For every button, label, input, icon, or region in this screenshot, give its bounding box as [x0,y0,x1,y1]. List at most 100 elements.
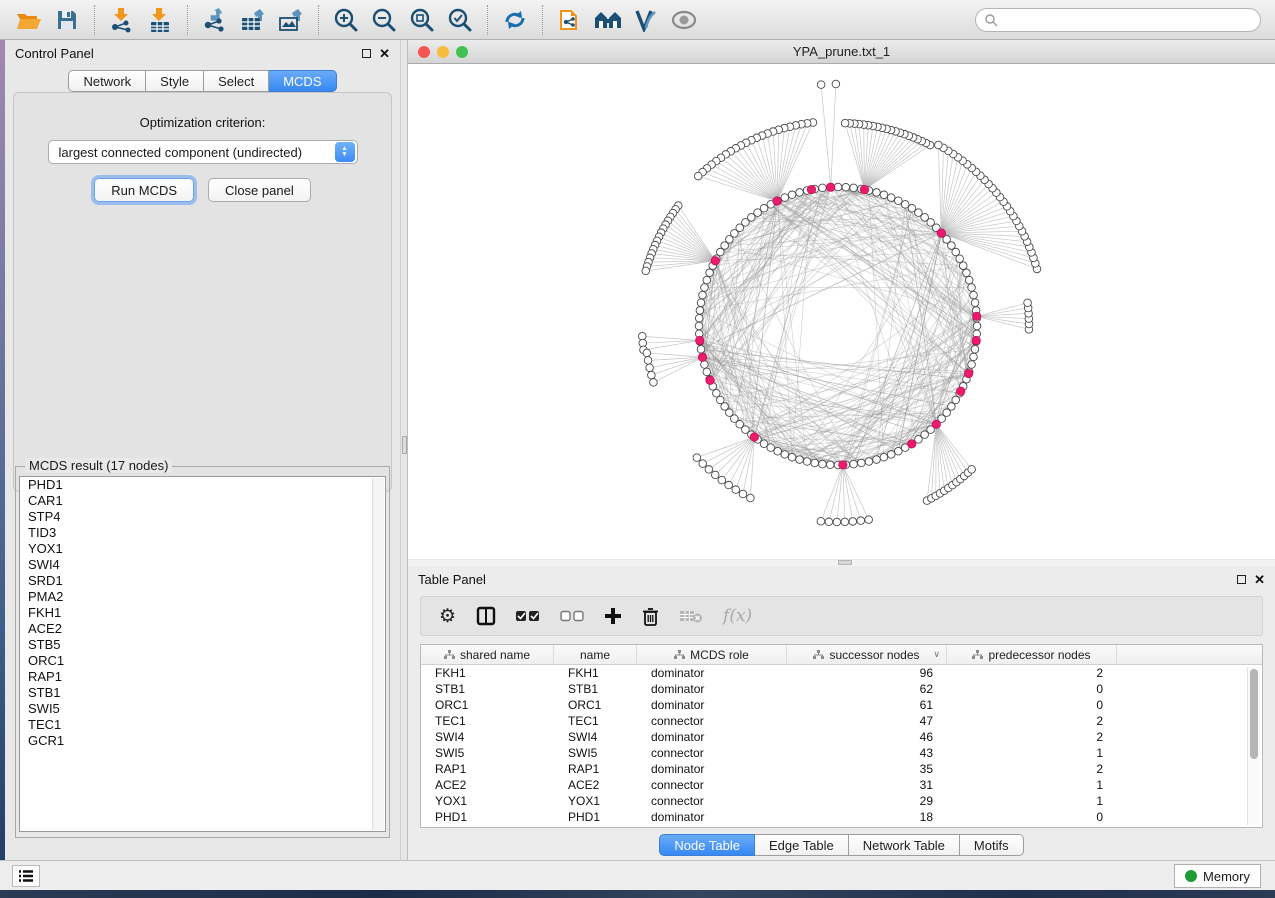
column-header-name[interactable]: name [554,645,637,664]
table-cell[interactable]: 1 [947,745,1117,761]
list-item[interactable]: PMA2 [20,589,385,605]
list-item[interactable]: RAP1 [20,669,385,685]
import-table-button[interactable] [141,3,179,37]
list-item[interactable]: YOX1 [20,541,385,557]
save-session-button[interactable] [48,3,86,37]
list-item[interactable]: FKH1 [20,605,385,621]
zoom-selected-button[interactable] [441,3,479,37]
column-header-predecessor-nodes[interactable]: predecessor nodes [947,645,1117,664]
table-cell[interactable]: 1 [947,777,1117,793]
toolbar-search[interactable] [975,8,1261,32]
criterion-select[interactable]: largest connected component (undirected)… [48,140,358,164]
table-cell[interactable]: connector [637,745,787,761]
tab-select[interactable]: Select [204,70,269,92]
tab-motifs[interactable]: Motifs [960,834,1024,856]
table-cell[interactable]: connector [637,713,787,729]
table-cell[interactable]: 62 [787,681,947,697]
vizmapper-button[interactable] [627,3,665,37]
table-scrollbar[interactable] [1247,667,1260,825]
refresh-layout-button[interactable] [496,3,534,37]
select-all-button[interactable] [516,610,540,622]
table-cell[interactable]: dominator [637,665,787,681]
list-item[interactable]: STP4 [20,509,385,525]
table-cell[interactable]: SWI4 [421,729,554,745]
table-cell[interactable]: dominator [637,809,787,825]
close-panel-button[interactable]: Close panel [208,178,311,202]
mcds-result-list[interactable]: PHD1CAR1STP4TID3YOX1SWI4SRD1PMA2FKH1ACE2… [19,476,386,832]
table-cell[interactable]: YOX1 [421,793,554,809]
table-cell[interactable]: 1 [947,793,1117,809]
table-cell[interactable]: SWI5 [554,745,637,761]
table-cell[interactable]: 31 [787,777,947,793]
table-cell[interactable]: STB1 [421,681,554,697]
list-item[interactable]: CAR1 [20,493,385,509]
table-cell[interactable]: 18 [787,809,947,825]
close-panel-icon[interactable]: ✕ [379,49,390,58]
table-cell[interactable]: connector [637,793,787,809]
search-input[interactable] [998,13,1260,27]
table-row[interactable]: ORC1ORC1dominator610 [421,697,1262,713]
table-cell[interactable]: 61 [787,697,947,713]
table-cell[interactable]: SWI4 [554,729,637,745]
tab-node-table[interactable]: Node Table [659,834,755,856]
table-cell[interactable]: 46 [787,729,947,745]
table-cell[interactable]: FKH1 [554,665,637,681]
add-column-button[interactable] [604,607,622,625]
tab-style[interactable]: Style [146,70,204,92]
run-mcds-button[interactable]: Run MCDS [94,178,194,202]
list-item[interactable]: SWI4 [20,557,385,573]
table-cell[interactable]: dominator [637,761,787,777]
float-panel-icon[interactable] [362,49,371,58]
table-cell[interactable]: ACE2 [554,777,637,793]
network-document-button[interactable] [551,3,589,37]
table-row[interactable]: SWI4SWI4dominator462 [421,729,1262,745]
table-settings-button[interactable]: ⚙ [439,605,456,628]
scrollbar-thumb[interactable] [1250,669,1258,759]
table-cell[interactable]: PHD1 [421,809,554,825]
table-cell[interactable]: SWI5 [421,745,554,761]
float-panel-icon[interactable] [1237,575,1246,584]
table-cell[interactable]: dominator [637,697,787,713]
result-scrollbar[interactable] [372,478,384,830]
tab-network-table[interactable]: Network Table [849,834,960,856]
table-cell[interactable]: 96 [787,665,947,681]
splitter-handle[interactable] [838,560,852,565]
table-cell[interactable]: TEC1 [554,713,637,729]
delete-column-button[interactable] [642,607,659,626]
table-cell[interactable]: FKH1 [421,665,554,681]
tab-network[interactable]: Network [68,70,146,92]
task-history-button[interactable] [12,865,40,887]
table-cell[interactable]: 47 [787,713,947,729]
memory-button[interactable]: Memory [1174,864,1261,888]
zoom-out-button[interactable] [365,3,403,37]
list-item[interactable]: GCR1 [20,733,385,749]
column-layout-button[interactable] [476,606,496,626]
table-cell[interactable]: ACE2 [421,777,554,793]
table-cell[interactable]: 0 [947,681,1117,697]
table-row[interactable]: TEC1TEC1connector472 [421,713,1262,729]
table-cell[interactable]: 43 [787,745,947,761]
export-table-button[interactable] [234,3,272,37]
column-header-shared-name[interactable]: shared name [421,645,554,664]
table-cell[interactable]: dominator [637,729,787,745]
table-cell[interactable]: ORC1 [554,697,637,713]
export-image-button[interactable] [272,3,310,37]
tab-mcds[interactable]: MCDS [269,70,336,92]
zoom-fit-button[interactable] [403,3,441,37]
deselect-all-button[interactable] [560,610,584,622]
table-cell[interactable]: 2 [947,713,1117,729]
splitter-handle[interactable] [402,436,407,454]
table-row[interactable]: YOX1YOX1connector291 [421,793,1262,809]
table-cell[interactable]: 29 [787,793,947,809]
table-row[interactable]: SWI5SWI5connector431 [421,745,1262,761]
list-item[interactable]: SWI5 [20,701,385,717]
table-cell[interactable]: 2 [947,729,1117,745]
table-cell[interactable]: 2 [947,665,1117,681]
table-cell[interactable]: YOX1 [554,793,637,809]
table-cell[interactable]: 0 [947,697,1117,713]
list-item[interactable]: TEC1 [20,717,385,733]
vertical-splitter[interactable] [400,40,408,860]
search-network-button[interactable] [589,3,627,37]
zoom-in-button[interactable] [327,3,365,37]
table-cell[interactable]: dominator [637,681,787,697]
